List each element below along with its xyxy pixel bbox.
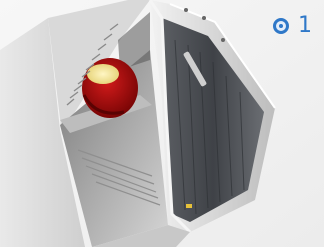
appliance-photo bbox=[0, 0, 324, 247]
yellow-food-item bbox=[87, 64, 119, 84]
step-number: 1 bbox=[298, 13, 312, 38]
photo-frame: 1 bbox=[0, 0, 324, 247]
indicator-light bbox=[186, 204, 192, 208]
radio-dot-icon bbox=[273, 18, 289, 34]
step-marker: 1 bbox=[273, 15, 312, 37]
